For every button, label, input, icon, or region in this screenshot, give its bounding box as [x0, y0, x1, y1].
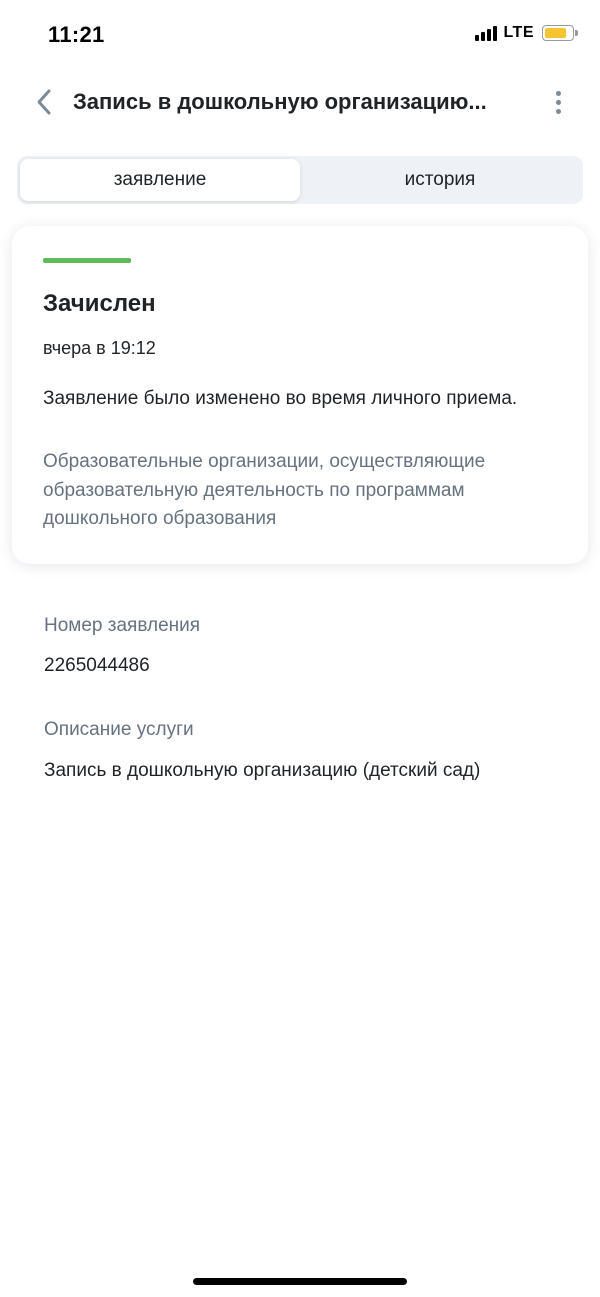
status-timestamp: вчера в 19:12 — [43, 338, 156, 358]
service-description-label: Описание услуги — [44, 719, 194, 740]
back-button[interactable] — [28, 84, 60, 120]
tab-application[interactable]: заявление — [20, 159, 300, 201]
status-indicators: LTE — [475, 24, 578, 42]
status-title: Зачислен — [43, 290, 156, 317]
status-bar: 11:21 LTE — [0, 0, 600, 72]
tab-history[interactable]: история — [300, 159, 580, 201]
status-time: 11:21 — [48, 22, 105, 47]
network-type-label: LTE — [503, 24, 534, 41]
application-number-value: 2265044486 — [44, 655, 150, 676]
segmented-tabs: заявление история — [17, 156, 583, 204]
service-description-value: Запись в дошкольную организацию (детский… — [44, 760, 481, 781]
more-vertical-icon — [555, 90, 561, 96]
application-number-label: Номер заявления — [44, 615, 201, 636]
more-options-button[interactable] — [546, 84, 570, 120]
battery-icon — [542, 25, 578, 41]
page-title: Запись в дошкольную организацию... — [73, 89, 487, 114]
chevron-left-icon — [37, 89, 51, 115]
organization-text: Образовательные организации, осуществляю… — [43, 451, 486, 529]
signal-icon — [475, 25, 498, 41]
status-note: Заявление было изменено во время личного… — [43, 388, 518, 409]
home-indicator[interactable] — [193, 1278, 407, 1285]
status-accent-bar — [43, 258, 131, 263]
status-card: Зачислен вчера в 19:12 Заявление было из… — [12, 226, 588, 564]
app-header: Запись в дошкольную организацию... — [0, 78, 600, 126]
